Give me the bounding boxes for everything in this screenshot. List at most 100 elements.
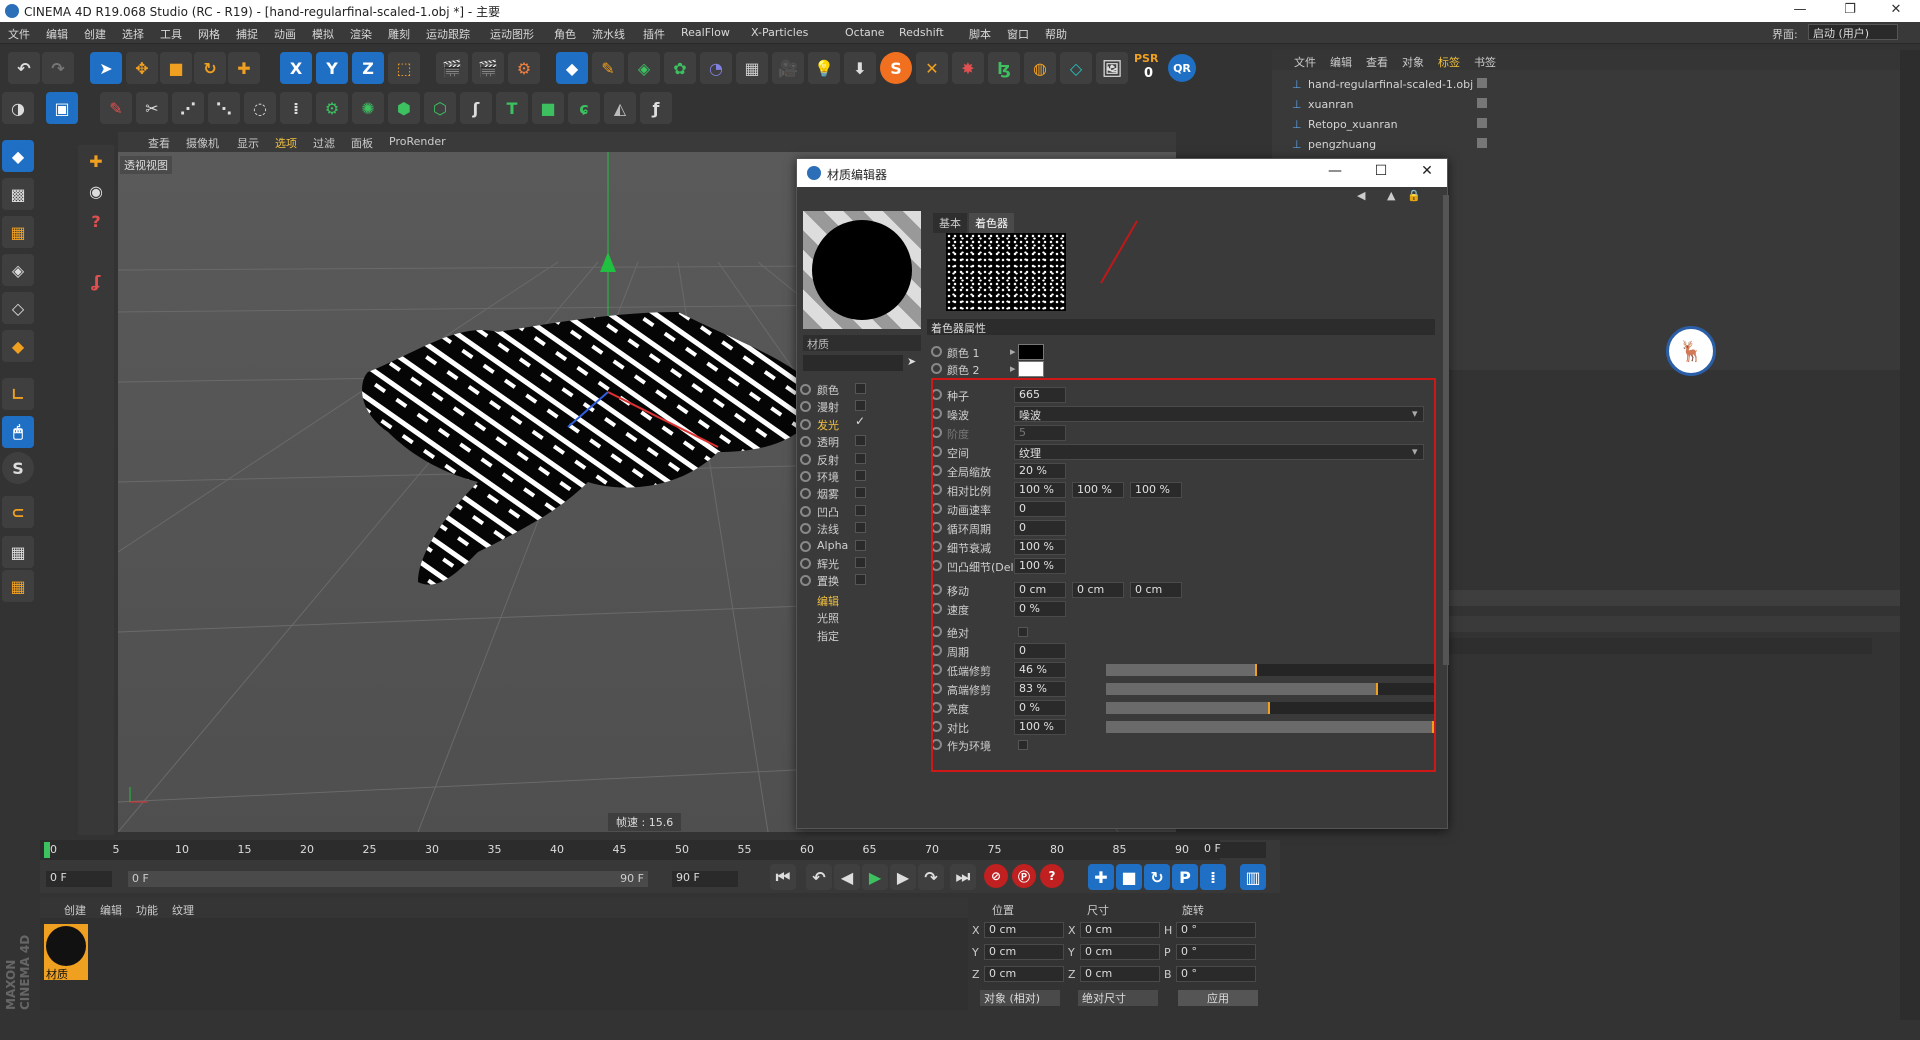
param-field[interactable]: 0 xyxy=(1014,520,1066,536)
channel-radio[interactable] xyxy=(800,453,811,465)
menu-item[interactable]: 窗口 xyxy=(1007,26,1029,42)
channel-checkbox[interactable] xyxy=(855,383,866,394)
help-icon[interactable]: ? xyxy=(80,205,112,237)
param-slider[interactable] xyxy=(1106,664,1434,676)
mat-close-icon[interactable]: ✕ xyxy=(1407,163,1447,179)
render-picture-viewer-icon[interactable]: 🎬 xyxy=(472,52,504,84)
pen-icon[interactable]: ✎ xyxy=(592,52,624,84)
channel-radio[interactable] xyxy=(800,471,811,482)
channel-radio[interactable] xyxy=(800,505,811,517)
channel-radio[interactable] xyxy=(800,540,811,552)
nav-up-icon[interactable]: ▲ xyxy=(1387,189,1395,202)
current-frame-field[interactable]: 0 F xyxy=(46,871,112,887)
lock-workplane-icon[interactable]: ▦ xyxy=(2,536,34,568)
menu-item[interactable]: 动画 xyxy=(274,26,296,42)
render-settings-icon[interactable]: ⚙ xyxy=(508,52,540,84)
y-axis-icon[interactable]: Y xyxy=(316,52,348,84)
end-frame-field[interactable]: 90 F xyxy=(672,871,738,887)
lasso-icon[interactable]: ʆ xyxy=(80,265,112,297)
param-field[interactable]: 0 cm xyxy=(1014,582,1066,598)
color1-expand-icon[interactable]: ▸ xyxy=(1010,345,1016,358)
sphere-snap-icon[interactable]: ◑ xyxy=(2,92,34,124)
record-icon[interactable]: ⊘ xyxy=(984,864,1008,888)
param-field[interactable]: 0 cm xyxy=(1130,582,1182,598)
color2-expand-icon[interactable]: ▸ xyxy=(1010,362,1016,375)
z-axis-icon[interactable]: Z xyxy=(352,52,384,84)
param-radio[interactable] xyxy=(931,446,942,457)
visibility-toggle[interactable] xyxy=(1477,98,1487,108)
object-row[interactable]: ⊥ hand-regularfinal-scaled-1.obj xyxy=(1282,74,1482,94)
param-radio[interactable] xyxy=(931,484,942,495)
param-dropdown[interactable]: 纹理 xyxy=(1014,444,1424,460)
param-slider[interactable] xyxy=(1106,683,1434,695)
material-menu-item[interactable]: 纹理 xyxy=(172,902,194,918)
coord-field[interactable]: 0 cm xyxy=(1080,922,1160,938)
menu-item[interactable]: 捕捉 xyxy=(236,26,258,42)
spline-icon[interactable]: ⋱ xyxy=(208,92,240,124)
channel-checkbox[interactable] xyxy=(855,435,866,447)
param-radio[interactable] xyxy=(931,721,942,732)
lattice-icon[interactable]: ⬡ xyxy=(424,92,456,124)
lock-icon[interactable]: 🔒 xyxy=(1407,189,1421,202)
snap-icon[interactable]: ⊂ xyxy=(2,496,34,528)
sphere-grid-icon[interactable]: ◍ xyxy=(1024,52,1056,84)
size-mode-dropdown[interactable]: 绝对尺寸 xyxy=(1078,990,1158,1006)
light-icon[interactable]: 💡 xyxy=(808,52,840,84)
rotate-icon[interactable]: ↻ xyxy=(194,52,226,84)
menu-item[interactable]: 运动图形 xyxy=(490,26,534,42)
param-field[interactable]: 665 xyxy=(1014,387,1066,403)
channel-radio[interactable] xyxy=(800,384,811,395)
tweak-icon[interactable]: 🖱 xyxy=(2,416,34,448)
tab-basic[interactable]: 基本 xyxy=(933,213,967,233)
material-preview[interactable] xyxy=(803,211,921,329)
param-checkbox[interactable] xyxy=(1018,740,1028,750)
channel-radio[interactable] xyxy=(800,418,811,430)
move-icon[interactable]: ✥ xyxy=(126,52,158,84)
object-menu-item[interactable]: 查看 xyxy=(1366,54,1388,70)
channel-subitem[interactable]: 光照 xyxy=(817,610,839,626)
coord-field[interactable]: 0 ° xyxy=(1176,944,1256,960)
edges-icon[interactable]: ◇ xyxy=(2,292,34,324)
picker-icon[interactable]: ➤ xyxy=(907,355,916,368)
viewport-menu-item[interactable]: ProRender xyxy=(389,135,446,148)
coord-field[interactable]: 0 cm xyxy=(984,922,1064,938)
viewport-menu-item[interactable]: 显示 xyxy=(237,135,259,151)
material-name-field[interactable] xyxy=(803,355,903,371)
scale-icon[interactable]: ■ xyxy=(160,52,192,84)
menu-item[interactable]: 渲染 xyxy=(350,26,372,42)
object-menu-item[interactable]: 文件 xyxy=(1294,54,1316,70)
scatter-icon[interactable]: ✕ xyxy=(916,52,948,84)
points-icon[interactable]: ◈ xyxy=(2,254,34,286)
viewport-menu-item[interactable]: 摄像机 xyxy=(186,135,219,151)
planar-workplane-icon[interactable]: ▦ xyxy=(2,570,34,602)
s-plugin-icon[interactable]: S xyxy=(880,52,912,84)
solo-icon[interactable]: S xyxy=(2,452,34,484)
atom-icon[interactable]: ✺ xyxy=(352,92,384,124)
menu-item[interactable]: 创建 xyxy=(84,26,106,42)
param-radio[interactable] xyxy=(931,408,942,419)
camera-icon[interactable]: 🎥 xyxy=(772,52,804,84)
axis-icon[interactable]: ∟ xyxy=(2,378,34,410)
sculpt-icon[interactable]: ◭ xyxy=(604,92,636,124)
layout-select[interactable]: 启动 (用户) xyxy=(1808,24,1898,40)
channel-checkbox[interactable] xyxy=(855,557,866,568)
menu-item[interactable]: 模拟 xyxy=(312,26,334,42)
minimize-icon[interactable]: — xyxy=(1780,2,1820,17)
param-radio[interactable] xyxy=(931,541,942,552)
param-field[interactable]: 46 % xyxy=(1014,662,1066,678)
menu-item[interactable]: 脚本 xyxy=(969,26,991,42)
coord-mode-dropdown[interactable]: 对象 (相对) xyxy=(980,990,1060,1006)
coord-field[interactable]: 0 cm xyxy=(984,944,1064,960)
param-field[interactable]: 100 % xyxy=(1014,482,1066,498)
channel-checkbox[interactable] xyxy=(855,574,866,586)
object-menu-item[interactable]: 对象 xyxy=(1402,54,1424,70)
viewport-menu-item[interactable]: 面板 xyxy=(351,135,373,151)
param-radio[interactable] xyxy=(931,584,942,595)
object-menu-item[interactable]: 标签 xyxy=(1438,54,1460,70)
object-row[interactable]: ⊥ pengzhuang xyxy=(1282,134,1482,154)
param-radio[interactable] xyxy=(931,465,942,476)
param-field[interactable]: 100 % xyxy=(1014,719,1066,735)
download-icon[interactable]: ⬇ xyxy=(844,52,876,84)
param-field[interactable]: 0 xyxy=(1014,643,1066,659)
param-field[interactable]: 20 % xyxy=(1014,463,1066,479)
